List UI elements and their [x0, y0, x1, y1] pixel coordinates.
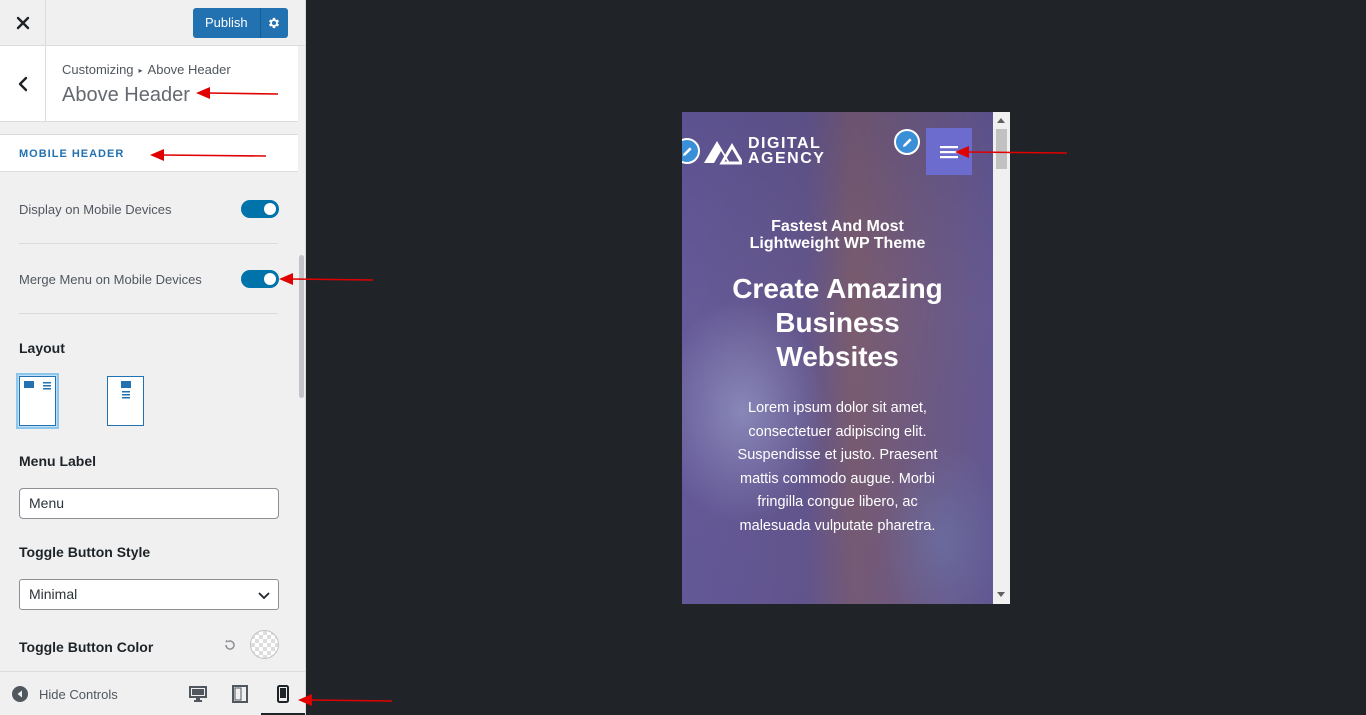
- section-header: Customizing ▸ Above Header Above Header: [0, 46, 298, 122]
- desktop-icon: [189, 685, 207, 702]
- logo-mark-icon: [704, 141, 742, 165]
- body-line: malesuada vulputate pharetra.: [739, 517, 936, 534]
- merge-menu-label: Merge Menu on Mobile Devices: [19, 272, 202, 287]
- customizer-sidebar: Publish Customizing ▸ Above Header Above H…: [0, 0, 306, 715]
- logo-line-1: DIGITAL: [748, 135, 822, 152]
- breadcrumb-separator-icon: ▸: [138, 66, 143, 75]
- device-tablet-button[interactable]: [230, 684, 250, 704]
- headline-line: Business: [775, 307, 900, 338]
- device-desktop-button[interactable]: [188, 684, 208, 704]
- body-line: Suspendisse et justo. Praesent: [737, 447, 938, 463]
- menu-label-heading: Menu Label: [19, 453, 97, 469]
- edit-logo-shortcut[interactable]: [682, 138, 700, 164]
- layout-option-stacked[interactable]: [107, 376, 144, 426]
- back-button[interactable]: [0, 46, 46, 121]
- hero-section: DIGITAL AGENCY Fastest And Most Lightwei…: [682, 112, 993, 604]
- breadcrumb-root: Customizing: [62, 62, 134, 77]
- body-line: Lorem ipsum dolor sit amet,: [748, 400, 927, 416]
- display-mobile-label: Display on Mobile Devices: [19, 202, 172, 217]
- toggle-knob: [264, 273, 276, 285]
- headline-line: Websites: [776, 341, 899, 372]
- tablet-icon: [232, 685, 248, 703]
- divider: [19, 243, 278, 244]
- group-title: MOBILE HEADER: [19, 148, 125, 160]
- breadcrumb-current: Above Header: [147, 62, 231, 77]
- scroll-down-icon[interactable]: [997, 592, 1005, 597]
- gear-icon: [269, 17, 280, 29]
- layout-inline-icon: [24, 381, 51, 390]
- toggle-style-value: Minimal: [29, 586, 78, 602]
- layout-label: Layout: [19, 340, 65, 356]
- mobile-preview-frame: DIGITAL AGENCY Fastest And Most Lightwei…: [682, 112, 1010, 604]
- hero-tagline: Fastest And Most Lightweight WP Theme: [682, 218, 993, 252]
- customizer-header: Publish: [0, 0, 305, 46]
- publish-group: Publish: [193, 8, 288, 38]
- section-title: Above Header: [62, 84, 190, 106]
- divider: [19, 313, 278, 314]
- annotation-arrow-icon: [298, 694, 393, 706]
- site-logo[interactable]: DIGITAL AGENCY: [702, 135, 826, 167]
- annotation-arrow-icon: [955, 146, 1068, 158]
- display-mobile-toggle[interactable]: [241, 200, 279, 218]
- mobile-icon: [277, 685, 289, 703]
- preview-scrollbar[interactable]: [993, 112, 1010, 604]
- publish-button[interactable]: Publish: [193, 8, 260, 38]
- hero-headline: Create Amazing Business Websites: [682, 272, 993, 374]
- pencil-icon: [682, 146, 692, 156]
- hide-controls-label: Hide Controls: [39, 686, 118, 702]
- chevron-left-icon: [18, 76, 27, 91]
- publish-settings-button[interactable]: [259, 8, 288, 38]
- annotation-arrow-icon: [150, 149, 267, 161]
- hide-controls-button[interactable]: Hide Controls: [12, 686, 118, 702]
- toggle-style-label: Toggle Button Style: [19, 544, 151, 560]
- collapse-arrow-icon: [12, 686, 28, 702]
- tagline-line: Lightweight WP Theme: [749, 235, 926, 252]
- menu-label-input[interactable]: Menu: [19, 488, 279, 519]
- layout-stacked-icon: [121, 381, 131, 399]
- edit-menu-shortcut[interactable]: [894, 129, 920, 155]
- breadcrumb: Customizing ▸ Above Header: [62, 62, 231, 77]
- customizer-footer: Hide Controls: [0, 671, 305, 715]
- headline-line: Create Amazing: [732, 273, 943, 304]
- scroll-up-icon[interactable]: [997, 118, 1005, 123]
- toggle-style-select[interactable]: Minimal: [19, 579, 279, 610]
- chevron-down-icon: [258, 592, 270, 600]
- toggle-color-label: Toggle Button Color: [19, 639, 154, 655]
- annotation-arrow-icon: [279, 273, 374, 285]
- toggle-knob: [264, 203, 276, 215]
- close-button[interactable]: [0, 0, 46, 45]
- reset-icon[interactable]: [223, 638, 237, 652]
- body-line: consectetuer adipiscing elit.: [748, 423, 927, 440]
- pencil-icon: [902, 137, 912, 147]
- logo-line-2: AGENCY: [748, 150, 826, 167]
- annotation-arrow-icon: [196, 87, 279, 99]
- body-line: mattis commodo augue. Morbi: [739, 470, 936, 487]
- logo-text: DIGITAL AGENCY: [748, 135, 826, 167]
- hero-body-text: Lorem ipsum dolor sit amet, consectetuer…: [712, 397, 963, 538]
- layout-option-inline[interactable]: [19, 376, 56, 426]
- device-mobile-button[interactable]: [273, 684, 293, 704]
- tagline-line: Fastest And Most: [771, 218, 904, 235]
- merge-menu-toggle[interactable]: [241, 270, 279, 288]
- body-line: fringilla congue libero, ac: [757, 494, 918, 510]
- toggle-color-picker[interactable]: [250, 630, 279, 659]
- close-icon: [16, 16, 29, 29]
